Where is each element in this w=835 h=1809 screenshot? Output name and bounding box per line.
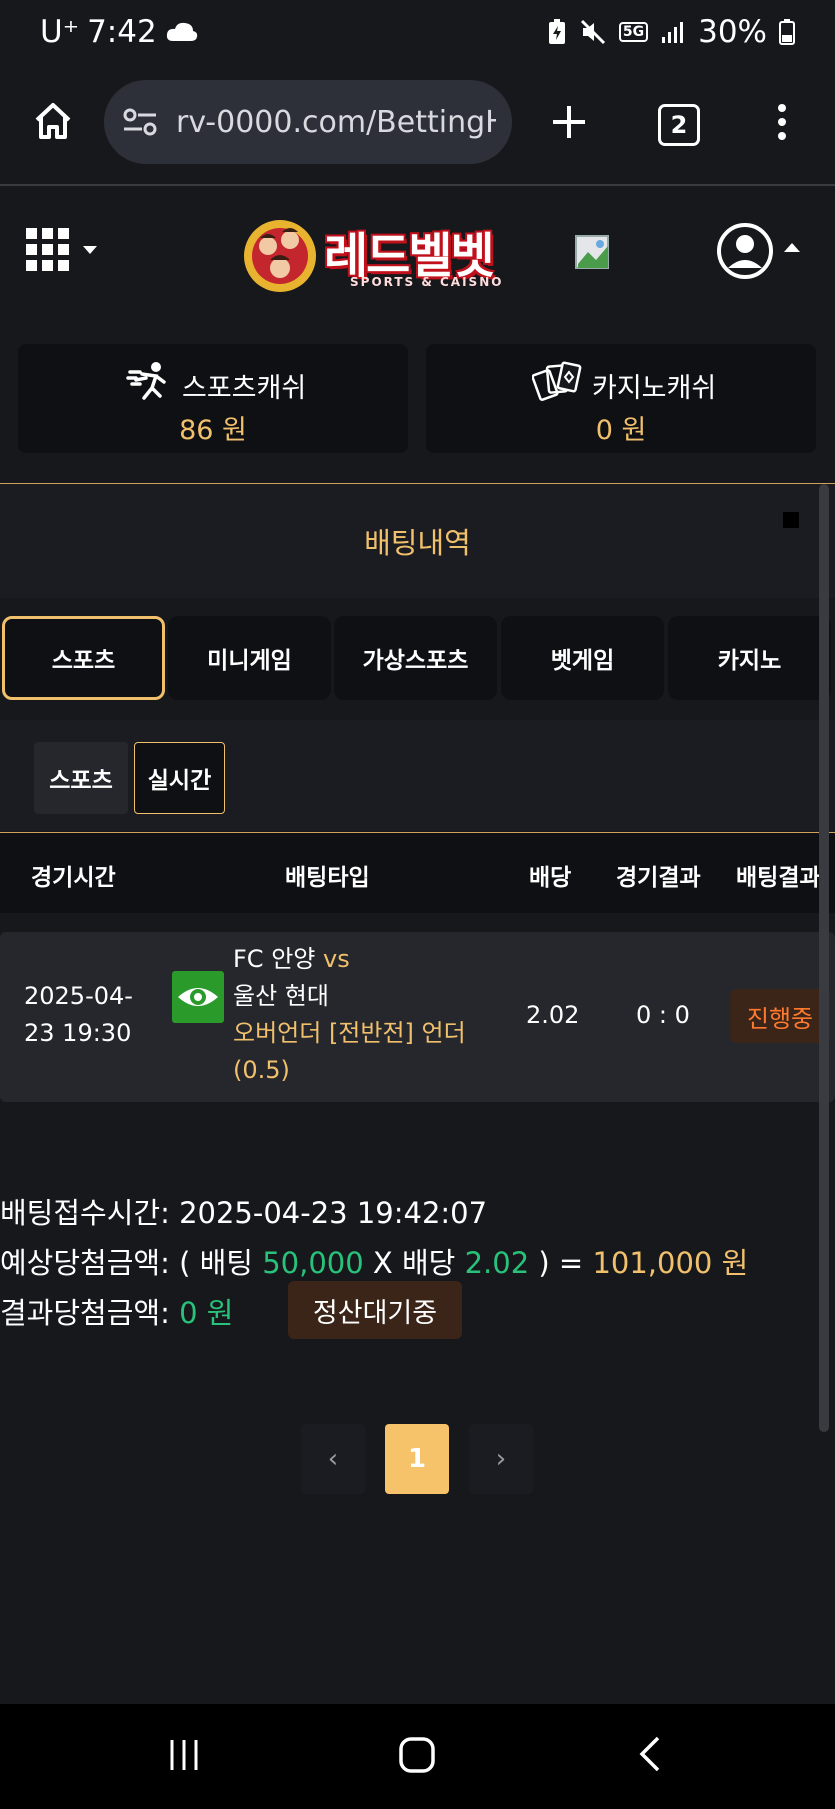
status-left: U⁺ 7:42: [40, 14, 199, 50]
sports-cash-card[interactable]: 스포츠캐쉬 86 원: [18, 344, 408, 453]
user-menu-button[interactable]: [716, 222, 806, 286]
address-bar[interactable]: rv-0000.com/BettingH: [104, 80, 512, 164]
subtab-sports[interactable]: 스포츠: [34, 742, 128, 814]
match-score: 0 : 0: [636, 1001, 690, 1029]
signal-icon: [662, 22, 684, 43]
eye-icon: [178, 988, 218, 1006]
settlement-pending-button[interactable]: 정산대기중: [288, 1281, 462, 1339]
bet-type: 오버언더 [전반전] 언더: [233, 1019, 466, 1047]
vs-label: vs: [323, 945, 350, 973]
casino-cash-label: 카지노캐쉬: [592, 373, 717, 404]
home-nav-icon[interactable]: [398, 1736, 436, 1774]
bet-line: (0.5): [233, 1056, 290, 1084]
current-page-button[interactable]: 1: [385, 1424, 449, 1494]
expected-payout: 101,000 원: [592, 1246, 749, 1280]
sports-cash-label: 스포츠캐쉬: [182, 373, 307, 404]
status-right: 5G 30%: [547, 14, 795, 50]
match-time-hour: 23 19:30: [24, 1019, 132, 1047]
prev-page-button[interactable]: ‹: [301, 1424, 365, 1494]
grid-menu-button[interactable]: [26, 228, 102, 278]
site-settings-icon[interactable]: [122, 107, 158, 137]
odds-value: 2.02: [526, 1001, 580, 1029]
x-label: X 배당: [372, 1246, 456, 1280]
header-odds: 배당: [529, 865, 572, 891]
broken-image-icon: [575, 235, 609, 269]
result-value: 0 원: [179, 1296, 234, 1330]
tab-minigame[interactable]: 미니게임: [168, 616, 331, 700]
received-time-line: 배팅접수시간: 2025-04-23 19:42:07: [0, 1190, 487, 1232]
home-icon[interactable]: [32, 100, 74, 142]
scrollbar[interactable]: [819, 484, 829, 1432]
network-label: 5G: [618, 22, 649, 42]
grid-menu-icon: [26, 228, 97, 271]
header-match-result: 경기결과: [616, 865, 701, 891]
home-team: FC 안양: [233, 945, 316, 973]
received-value: 2025-04-23 19:42:07: [179, 1196, 488, 1230]
logo-subtitle: SPORTS & CAISNO: [350, 275, 504, 289]
mute-icon: [580, 19, 605, 45]
table-header: [0, 833, 835, 913]
battery-label: 30%: [698, 14, 767, 50]
playing-cards-icon: [532, 361, 582, 401]
carrier-label: U⁺: [40, 14, 80, 50]
tab-virtual-sports[interactable]: 가상스포츠: [334, 616, 497, 700]
tab-casino[interactable]: 카지노: [668, 616, 831, 700]
casino-cash-card[interactable]: 카지노캐쉬 0 원: [426, 344, 816, 453]
subtab-live[interactable]: 실시간: [134, 742, 225, 814]
square-marker-icon: [783, 512, 799, 528]
expected-label: 예상당첨금액:: [0, 1246, 170, 1280]
more-menu-icon[interactable]: [774, 102, 790, 142]
back-nav-icon[interactable]: [636, 1734, 664, 1774]
sports-cash-amount: 86 원: [179, 415, 247, 446]
result-payout-line: 결과당첨금액: 0 원: [0, 1290, 233, 1332]
logo-characters-icon: [244, 220, 316, 292]
expected-close: ) =: [538, 1246, 584, 1280]
bet-amount: 50,000: [262, 1246, 364, 1280]
status-badge: 진행중: [730, 989, 830, 1043]
header-bet-type: 배팅타입: [285, 865, 370, 891]
tab-switcher-button[interactable]: 2: [658, 104, 700, 146]
running-person-icon: [126, 362, 166, 400]
recent-apps-icon[interactable]: [166, 1737, 202, 1773]
new-tab-icon[interactable]: [550, 103, 588, 141]
casino-cash-amount: 0 원: [595, 415, 647, 446]
cloud-icon: [166, 22, 197, 41]
expected-open: ( 배팅: [179, 1246, 253, 1280]
battery-saver-icon: [548, 19, 565, 44]
summary-odds: 2.02: [464, 1246, 530, 1280]
expected-payout-line: 예상당첨금액: ( 배팅 50,000 X 배당 2.02 ) = 101,00…: [0, 1240, 748, 1282]
match-time-date: 2025-04-: [24, 982, 133, 1010]
header-bet-result: 배팅결과: [736, 865, 821, 891]
result-label: 결과당첨금액:: [0, 1296, 170, 1330]
page-footer-space: [0, 1514, 835, 1704]
url-text[interactable]: rv-0000.com/BettingH: [176, 105, 496, 140]
header-match-time: 경기시간: [31, 865, 116, 891]
clock: 7:42: [87, 14, 157, 50]
received-label: 배팅접수시간:: [0, 1196, 170, 1230]
tab-sports[interactable]: 스포츠: [2, 616, 165, 700]
user-avatar-icon: [717, 223, 800, 279]
tab-betgame[interactable]: 벳게임: [501, 616, 664, 700]
view-details-button[interactable]: [172, 971, 224, 1023]
away-team: 울산 현대: [233, 982, 329, 1010]
battery-icon: [779, 19, 795, 45]
page-title: 배팅내역: [364, 526, 471, 560]
next-page-button[interactable]: ›: [469, 1424, 533, 1494]
